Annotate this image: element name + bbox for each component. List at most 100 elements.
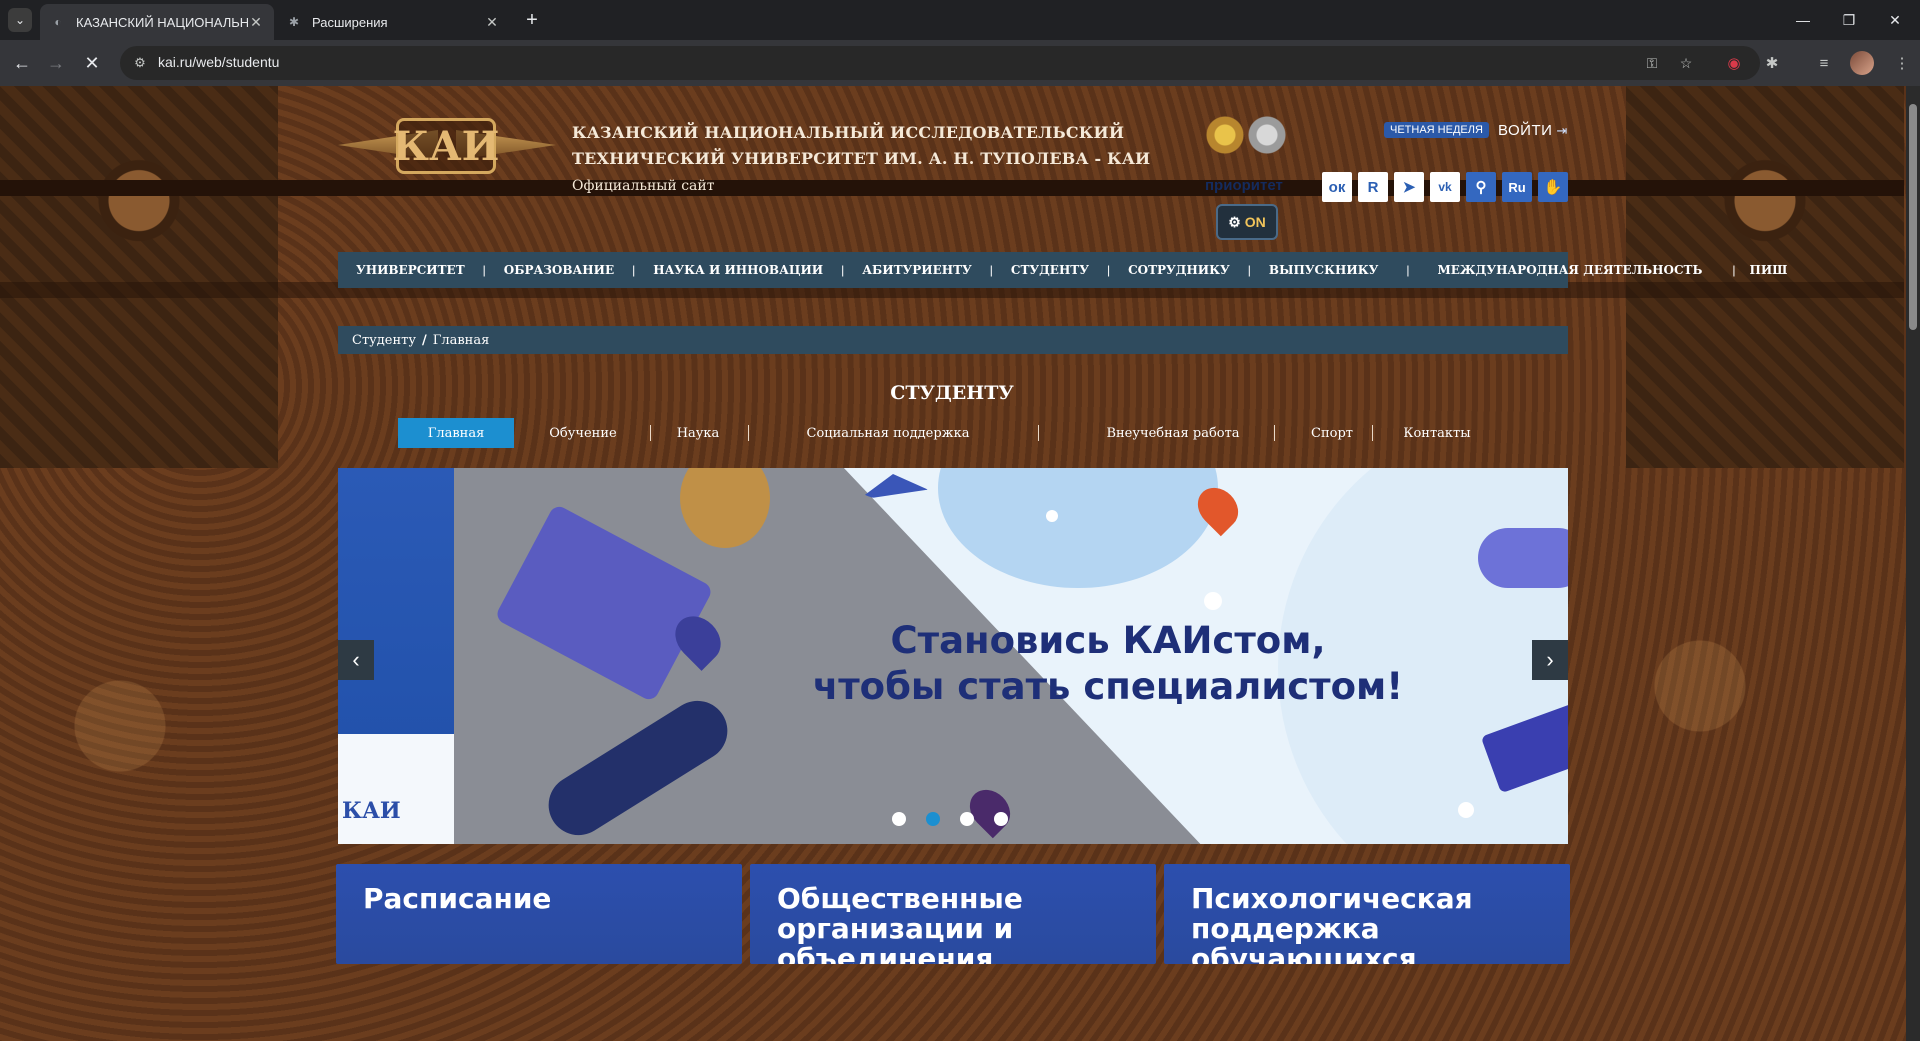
nav-separator: |: [1732, 263, 1736, 277]
decor-right-panel: [1626, 86, 1904, 468]
priority-2030-logo[interactable]: приоритет: [1205, 177, 1283, 194]
logo-mark: КАИ: [393, 118, 499, 174]
nav-item-international[interactable]: МЕЖДУНАРОДНАЯ ДЕЯТЕЛЬНОСТЬ: [1437, 263, 1702, 277]
nav-item-pish[interactable]: ПИШ: [1749, 263, 1787, 277]
browser-menu-icon[interactable]: ⋮: [1890, 51, 1914, 75]
university-name[interactable]: КАЗАНСКИЙ НАЦИОНАЛЬНЫЙ ИССЛЕДОВАТЕЛЬСКИЙ…: [572, 120, 1150, 172]
nav-separator: |: [841, 263, 845, 277]
browser-tabstrip: ⌄ ◐ КАЗАНСКИЙ НАЦИОНАЛЬНЫЙ ✕ ✱ Расширени…: [0, 0, 1920, 40]
nav-item-staff[interactable]: СОТРУДНИКУ: [1128, 263, 1230, 277]
slide-headline: Становись КАИстом, чтобы стать специалис…: [738, 618, 1478, 710]
nav-separator: |: [482, 263, 486, 277]
card-psychological-support[interactable]: Психологическая поддержка обучающихся: [1164, 864, 1570, 964]
breadcrumb-separator: /: [422, 332, 427, 348]
medal-emblem-icon: [1206, 116, 1244, 154]
kai-logo[interactable]: КАИ: [338, 110, 556, 184]
nav-separator: |: [1106, 263, 1111, 277]
site-subtitle: Официальный сайт: [572, 178, 715, 194]
slide-headline-line1: Становись КАИстом,: [890, 619, 1326, 662]
nav-separator: |: [989, 263, 993, 277]
breadcrumb: Студенту / Главная: [338, 326, 1568, 354]
decor-divider: [0, 180, 1904, 196]
slider-dot[interactable]: [892, 812, 906, 826]
odnoklassniki-icon[interactable]: ок: [1322, 172, 1352, 202]
slider-dot-active[interactable]: [926, 812, 940, 826]
profile-avatar[interactable]: [1850, 51, 1874, 75]
nav-separator: |: [632, 263, 636, 277]
browser-tab-active[interactable]: ◐ КАЗАНСКИЙ НАЦИОНАЛЬНЫЙ ✕: [40, 4, 274, 40]
search-icon[interactable]: ⚲: [1466, 172, 1496, 202]
page-title: СТУДЕНТУ: [890, 382, 1014, 404]
nav-separator: |: [1247, 263, 1251, 277]
nav-item-science[interactable]: НАУКА И ИННОВАЦИИ: [653, 263, 823, 277]
browser-tab-extensions[interactable]: ✱ Расширения ✕: [276, 4, 510, 40]
tab-contacts[interactable]: Контакты: [1392, 418, 1482, 448]
tab-social-support[interactable]: Социальная поддержка: [788, 418, 988, 448]
slide-dot-decor: [1204, 592, 1222, 610]
restore-button[interactable]: ❐: [1826, 0, 1872, 40]
slider-next-button[interactable]: ›: [1532, 640, 1568, 680]
vk-icon[interactable]: vk: [1430, 172, 1460, 202]
hero-slider: КАИ Становись КАИстом, чтобы стать специ…: [338, 468, 1568, 844]
stop-loading-icon[interactable]: ✕: [78, 49, 106, 77]
nav-item-education[interactable]: ОБРАЗОВАНИЕ: [504, 263, 614, 277]
key-icon[interactable]: ⚿: [1642, 53, 1662, 73]
site-info-icon[interactable]: ⚙: [130, 53, 150, 73]
sign-language-icon[interactable]: ✋: [1538, 172, 1568, 202]
tab-main[interactable]: Главная: [398, 418, 514, 448]
login-button[interactable]: ВОЙТИ ⇥: [1498, 122, 1568, 139]
close-tab-icon[interactable]: ✕: [248, 14, 264, 31]
login-icon: ⇥: [1556, 123, 1568, 138]
close-window-button[interactable]: ✕: [1872, 0, 1918, 40]
university-name-line1: КАЗАНСКИЙ НАЦИОНАЛЬНЫЙ ИССЛЕДОВАТЕЛЬСКИЙ: [572, 123, 1125, 142]
books-stack-icon: [1478, 528, 1568, 588]
reading-list-icon[interactable]: ≡: [1812, 51, 1836, 75]
tab-sport[interactable]: Спорт: [1292, 418, 1372, 448]
telegram-icon[interactable]: ➤: [1394, 172, 1424, 202]
breadcrumb-parent[interactable]: Студенту: [352, 333, 416, 348]
extensions-puzzle-icon[interactable]: ✱: [1760, 51, 1784, 75]
rutube-icon[interactable]: R: [1358, 172, 1388, 202]
bookmark-star-icon[interactable]: ☆: [1676, 53, 1696, 73]
accessibility-toggle-label: ON: [1244, 214, 1266, 230]
slider-dot[interactable]: [960, 812, 974, 826]
forward-arrow-icon[interactable]: →: [42, 49, 70, 77]
main-navigation: УНИВЕРСИТЕТ | ОБРАЗОВАНИЕ | НАУКА И ИННО…: [338, 252, 1787, 288]
browser-tab-title: КАЗАНСКИЙ НАЦИОНАЛЬНЫЙ: [76, 14, 248, 30]
page-scrollbar[interactable]: [1906, 86, 1920, 1041]
minimize-button[interactable]: —: [1780, 0, 1826, 40]
language-switch[interactable]: Ru: [1502, 172, 1532, 202]
page-viewport: КАИ КАЗАНСКИЙ НАЦИОНАЛЬНЫЙ ИССЛЕДОВАТЕЛЬ…: [0, 86, 1920, 1041]
tab-search-chevron-icon[interactable]: ⌄: [8, 8, 32, 32]
slide-blob: [938, 468, 1218, 588]
url-text[interactable]: kai.ru/web/studentu: [158, 54, 279, 70]
new-tab-button[interactable]: +: [520, 8, 544, 32]
accessibility-toggle[interactable]: ⚙ ON: [1216, 204, 1278, 240]
tab-separator: [748, 425, 749, 441]
address-bar[interactable]: ⚙ kai.ru/web/studentu ⚿ ☆: [120, 46, 1760, 80]
card-public-organizations[interactable]: Общественные организации и объединения: [750, 864, 1156, 964]
tab-separator: [1372, 425, 1373, 441]
tab-science[interactable]: Наука: [668, 418, 728, 448]
gear-icon: ⚙: [1228, 213, 1241, 230]
tab-separator: [650, 425, 651, 441]
tab-education[interactable]: Обучение: [538, 418, 628, 448]
nav-item-alumni[interactable]: ВЫПУСКНИКУ: [1269, 263, 1378, 277]
nav-item-applicants[interactable]: АБИТУРИЕНТУ: [862, 263, 972, 277]
scrollbar-thumb[interactable]: [1909, 104, 1917, 330]
slide-headline-line2: чтобы стать специалистом!: [812, 665, 1404, 708]
section-subnav: Главная Обучение Наука Социальная поддер…: [398, 418, 1508, 448]
slider-prev-button[interactable]: ‹: [338, 640, 374, 680]
extension-record-icon[interactable]: ◉: [1722, 51, 1746, 75]
slider-pagination: [892, 812, 1008, 826]
nav-item-university[interactable]: УНИВЕРСИТЕТ: [356, 263, 465, 277]
nav-separator: |: [1406, 263, 1410, 277]
card-schedule[interactable]: Расписание: [336, 864, 742, 964]
nav-item-students[interactable]: СТУДЕНТУ: [1011, 263, 1089, 277]
breadcrumb-current: Главная: [432, 332, 490, 348]
slider-dot[interactable]: [994, 812, 1008, 826]
browser-toolbar: ← → ✕ ⚙ kai.ru/web/studentu ⚿ ☆ ◉ ✱ ≡ ⋮: [0, 40, 1920, 86]
close-tab-icon[interactable]: ✕: [484, 14, 500, 31]
tab-extracurricular[interactable]: Внеучебная работа: [1078, 418, 1268, 448]
back-arrow-icon[interactable]: ←: [8, 49, 36, 77]
